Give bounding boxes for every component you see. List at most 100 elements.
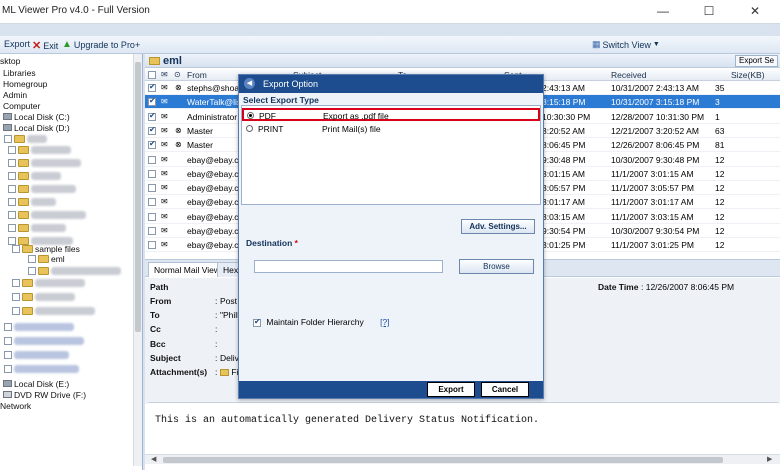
export-toolbar-button[interactable]: Export [4,39,30,49]
tree-folder[interactable] [12,304,95,317]
tree-folder[interactable] [4,362,79,375]
envelope-icon: ✉ [161,211,168,221]
row-checkbox[interactable] [148,169,156,178]
destination-label: Destination * [246,238,298,248]
cancel-button[interactable]: Cancel [481,382,529,397]
minimize-icon[interactable]: — [640,0,686,22]
row-checkbox[interactable] [148,82,156,92]
tree-checkbox[interactable] [4,336,12,345]
blurred-label [14,350,69,359]
exit-toolbar-button[interactable]: ✕ Exit [32,39,58,52]
export-selected-button[interactable]: Export Se [735,55,779,67]
row-sent: 2:43:13 AM [542,83,586,93]
tree-checkbox[interactable] [8,184,16,193]
row-sent: 3:05:57 PM [542,183,586,194]
blurred-label [31,197,56,206]
tree-checkbox[interactable] [8,145,16,154]
row-checkbox[interactable] [148,198,156,207]
attachment-item[interactable]: Fi [220,367,238,377]
scroll-left-arrow[interactable]: ◀ [151,455,156,463]
tree-folder[interactable] [4,320,74,333]
folder-icon [14,134,25,143]
tree-checkbox[interactable] [4,350,12,359]
option-print-name: PRINT [258,124,284,134]
maximize-icon[interactable]: ☐ [686,0,732,22]
tree-checkbox[interactable] [8,210,16,219]
row-from: WaterTalk@list [187,97,244,108]
option-print[interactable]: PRINT Print Mail(s) file [243,123,540,134]
tree-checkbox[interactable] [4,134,12,143]
tree-checkbox[interactable] [8,158,16,167]
tree-folder[interactable] [8,221,66,234]
tree-folder[interactable] [8,208,86,221]
tree-checkbox[interactable] [4,364,12,373]
back-icon[interactable]: ◀ [244,78,255,89]
tree-label: Libraries [3,67,36,78]
row-checkbox[interactable] [148,96,156,107]
tree-folder[interactable] [8,182,76,195]
adv-settings-button[interactable]: Adv. Settings... [461,219,535,234]
help-link[interactable]: [?] [380,317,389,327]
tree-network[interactable]: Network [0,399,31,412]
tree-folder[interactable] [4,334,84,347]
body-scroll-thumb[interactable] [163,457,723,463]
col-from[interactable]: From [187,70,207,80]
tree-checkbox[interactable] [28,266,36,275]
row-checkbox[interactable] [148,227,156,235]
option-pdf[interactable]: PDF Export as .pdf file [242,108,540,121]
col-size[interactable]: Size(KB) [731,70,765,80]
row-checkbox[interactable] [148,241,156,250]
tab-normal-mail-view[interactable]: Normal Mail View [148,262,226,277]
tree-checkbox[interactable] [8,171,16,180]
check-icon: ✔ [254,316,261,326]
path-label: Path [150,282,169,292]
tree-checkbox[interactable] [12,244,20,253]
tree-checkbox[interactable] [12,306,20,315]
from-value: Post [220,296,238,306]
close-icon[interactable]: ✕ [732,0,778,22]
row-checkbox[interactable] [148,184,156,193]
switch-view-label: Switch View [602,39,651,50]
to-colon: : [215,310,218,320]
tree-folder[interactable] [8,195,56,208]
maintain-hierarchy-checkbox[interactable]: ✔ [253,316,261,327]
scroll-right-arrow[interactable]: ▶ [767,455,772,463]
body-horizontal-scrollbar[interactable]: ◀ ▶ [145,454,780,464]
upgrade-toolbar-button[interactable]: ▲ Upgrade to Pro+ [62,39,140,50]
row-checkbox[interactable] [148,125,156,135]
blurred-label [51,266,121,275]
tree-checkbox[interactable] [12,292,20,301]
tree-folder[interactable] [4,348,69,361]
tree-scroll-thumb[interactable] [135,62,141,332]
maintain-hierarchy-option[interactable]: ✔ Maintain Folder Hierarchy [?] [253,317,390,327]
col-received[interactable]: Received [611,70,646,80]
row-checkbox[interactable] [148,139,156,150]
blurred-label [35,292,75,301]
chevron-down-icon: ▼ [652,41,660,48]
tree-checkbox[interactable] [28,254,36,263]
tree-folder[interactable] [8,156,81,169]
paperclip-icon: ⊗ [175,125,182,135]
tree-folder[interactable] [12,276,85,289]
attachments-colon: : [215,367,218,377]
export-button[interactable]: Export [427,382,475,397]
tree-checkbox[interactable] [4,322,12,331]
tree-folder[interactable] [8,169,61,182]
row-checkbox[interactable] [148,111,156,121]
tree-folder[interactable] [12,290,75,303]
destination-input[interactable] [254,260,443,273]
tree-checkbox[interactable] [8,197,16,206]
radio-pdf[interactable] [247,112,254,119]
row-received: 12/26/2007 8:06:45 PM [611,140,700,151]
tree-scrollbar[interactable] [133,54,142,466]
folder-icon [22,278,33,287]
tree-checkbox[interactable] [12,278,20,287]
main-toolbar: Export ✕ Exit ▲ Upgrade to Pro+ ▦ Switch… [0,36,780,54]
tree-checkbox[interactable] [8,223,16,232]
row-checkbox[interactable] [148,155,156,164]
browse-button[interactable]: Browse [459,259,534,274]
radio-print[interactable] [246,125,253,132]
tree-folder[interactable] [8,143,71,156]
row-checkbox[interactable] [148,212,156,221]
switch-view-button[interactable]: ▦ Switch View ▼ [592,39,660,50]
